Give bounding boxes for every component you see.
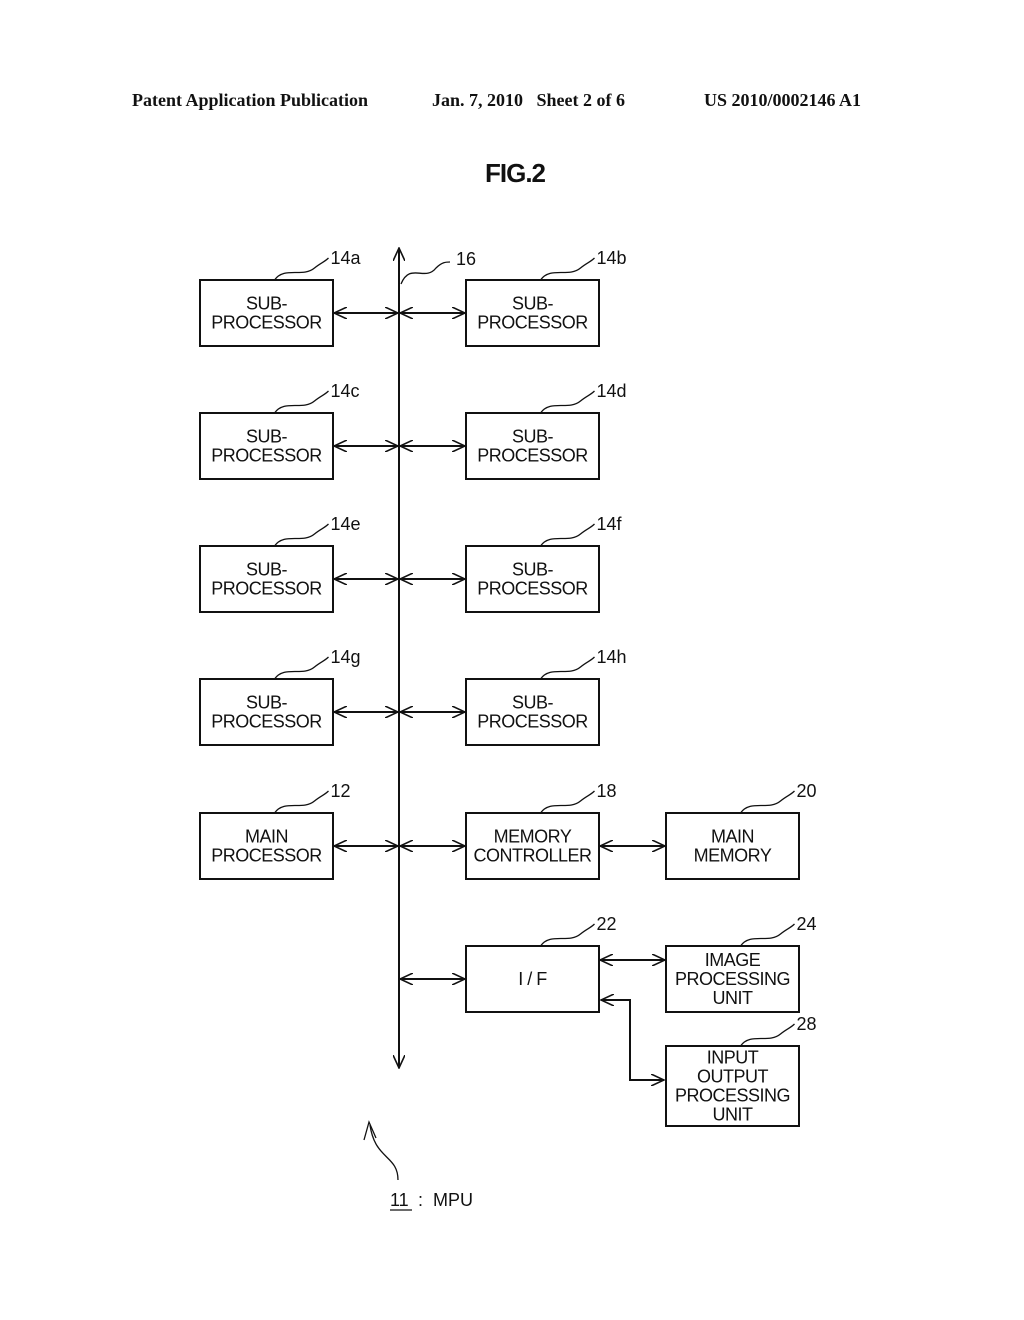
block-14c: SUB-PROCESSOR 14c [199,381,360,480]
block-28-leader [739,1023,795,1047]
block-14a-label-line: PROCESSOR [211,313,322,333]
block-12-label-line: MAIN [245,827,288,847]
block-22-leader [539,923,595,947]
block-14c-leader [273,390,329,414]
mpu-pointer-arrowhead [363,1120,377,1141]
block-14h-leader [539,656,595,680]
bus-16-leader [400,261,451,285]
block-28-label-line: INPUT [707,1048,759,1068]
block-14f-ref: 14f [597,514,623,534]
block-28: INPUTOUTPUTPROCESSINGUNIT 28 [665,1014,817,1127]
block-14g: SUB-PROCESSOR 14g [199,647,361,746]
blocks-layer: SUB-PROCESSOR14aSUB-PROCESSOR14bSUB-PROC… [199,248,817,1127]
mpu-caption-ref: 11 [390,1190,409,1210]
block-20-ref: 20 [797,781,817,801]
block-12-ref: 12 [331,781,351,801]
block-18: MEMORYCONTROLLER 18 [465,781,617,880]
block-14h: SUB-PROCESSOR 14h [465,647,627,746]
block-14g-ref: 14g [331,647,361,667]
block-14f-leader [539,523,595,547]
block-24-label-line: UNIT [713,988,753,1008]
block-14d-ref: 14d [597,381,627,401]
block-18-label-line: CONTROLLER [473,846,592,866]
block-18-label-line: MEMORY [494,827,572,847]
block-18-leader [539,790,595,814]
block-14d-leader [539,390,595,414]
block-14c-label-line: SUB- [246,427,288,447]
block-14f-label-line: PROCESSOR [477,579,588,599]
figure-title: FIG.2 [485,158,546,188]
block-12-leader [273,790,329,814]
block-14h-ref: 14h [597,647,627,667]
block-28-ref: 28 [797,1014,817,1034]
block-22-label-line: I / F [518,969,547,989]
block-14f: SUB-PROCESSOR 14f [465,514,623,613]
block-14b-label-line: PROCESSOR [477,313,588,333]
bus-16-ref: 16 [456,249,476,269]
block-14b: SUB-PROCESSOR 14b [465,248,627,347]
block-12: MAINPROCESSOR 12 [199,781,351,880]
block-24-label-line: IMAGE [705,950,761,970]
block-20-label-line: MEMORY [694,846,772,866]
block-22-ref: 22 [597,914,617,934]
block-12-label-line: PROCESSOR [211,846,322,866]
block-18-ref: 18 [597,781,617,801]
block-14h-label-line: PROCESSOR [477,712,588,732]
mpu-caption-separator: : [413,1190,428,1210]
block-14d: SUB-PROCESSOR 14d [465,381,627,480]
mpu-caption-text: MPU [433,1190,473,1210]
block-14g-label-line: PROCESSOR [211,712,322,732]
block-14f-label-line: SUB- [512,560,554,580]
block-14a-leader [273,257,329,281]
block-28-label-line: UNIT [713,1105,753,1125]
block-28-label-line: PROCESSING [675,1086,790,1106]
block-14d-label-line: SUB- [512,427,554,447]
block-20-leader [739,790,795,814]
block-20-label-line: MAIN [711,827,754,847]
block-24-label-line: PROCESSING [675,969,790,989]
block-14e-ref: 14e [331,514,361,534]
block-14c-label-line: PROCESSOR [211,446,322,466]
block-14a-ref: 14a [331,248,362,268]
block-14a: SUB-PROCESSOR 14a [199,248,362,347]
block-14h-label-line: SUB- [512,693,554,713]
block-14b-label-line: SUB- [512,294,554,314]
block-28-label-line: OUTPUT [697,1067,769,1087]
block-14g-leader [273,656,329,680]
block-24-ref: 24 [797,914,817,934]
block-14e-leader [273,523,329,547]
block-14e-label-line: PROCESSOR [211,579,322,599]
block-24-leader [739,923,795,947]
block-14b-leader [539,257,595,281]
block-24: IMAGEPROCESSINGUNIT 24 [665,914,817,1013]
block-14e: SUB-PROCESSOR 14e [199,514,361,613]
arrow-22-28 [601,1000,664,1080]
block-22: I / F 22 [465,914,617,1013]
block-diagram: FIG.2 16 SUB-PROCESSOR14aSUB-PROCESSOR14… [199,158,817,1211]
block-14b-ref: 14b [597,248,627,268]
block-14g-label-line: SUB- [246,693,288,713]
block-20: MAINMEMORY 20 [665,781,817,880]
block-14c-ref: 14c [331,381,360,401]
block-14e-label-line: SUB- [246,560,288,580]
block-14d-label-line: PROCESSOR [477,446,588,466]
block-14a-label-line: SUB- [246,294,288,314]
